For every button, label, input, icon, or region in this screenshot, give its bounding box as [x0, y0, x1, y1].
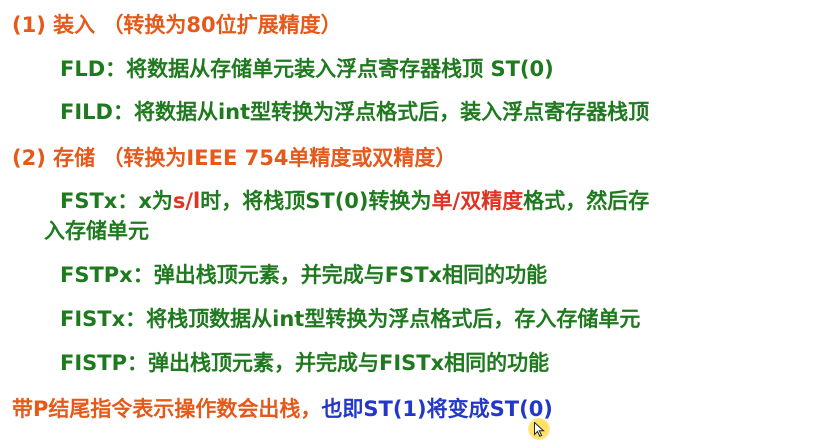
fstx-text-2: 时，将栈顶ST(0)转换为 — [200, 189, 432, 213]
fstx-text-1: FSTx：x为 — [60, 189, 173, 213]
fstx-text-3: 格式，然后存 — [523, 189, 650, 213]
pop-note: 带P结尾指令表示操作数会出栈，也即ST(1)将变成ST(0) — [12, 396, 553, 423]
pop-note-text: 带P结尾指令表示操作数会出栈， — [12, 397, 322, 421]
fstx-highlight-suffix: s/l — [172, 189, 201, 213]
slide: (1) 装入 （转换为80位扩展精度） FLD：将数据从存储单元装入浮点寄存器栈… — [0, 0, 817, 444]
mouse-pointer-icon — [528, 418, 550, 440]
fistp-description: FISTP：弹出栈顶元素，并完成与FISTx相同的功能 — [60, 351, 550, 375]
fstx-highlight-precision: 单/双精度 — [431, 189, 524, 213]
mouse-pointer-arrow-icon — [534, 422, 545, 437]
section1-heading: (1) 装入 — [12, 13, 96, 37]
fild-description: FILD：将数据从int型转换为浮点格式后，装入浮点寄存器栈顶 — [60, 100, 650, 124]
pop-note-emphasis: 也即ST(1)将变成ST(0) — [321, 397, 553, 421]
fstx-description: FSTx：x为s/l时，将栈顶ST(0)转换为单/双精度格式，然后存 — [60, 188, 649, 215]
fstpx-description: FSTPx：弹出栈顶元素，并完成与FSTx相同的功能 — [60, 263, 548, 287]
section2-heading-note: （转换为IEEE 754单精度或双精度） — [102, 146, 457, 170]
fistx-description: FISTx：将栈顶数据从int型转换为浮点格式后，存入存储单元 — [60, 307, 641, 331]
fld-description: FLD：将数据从存储单元装入浮点寄存器栈顶 ST(0) — [60, 57, 554, 81]
section2-heading-line: (2) 存储 （转换为IEEE 754单精度或双精度） — [12, 145, 456, 172]
section1-heading-note: （转换为80位扩展精度） — [102, 13, 342, 37]
section2-heading: (2) 存储 — [12, 146, 96, 170]
section1-heading-line: (1) 装入 （转换为80位扩展精度） — [12, 12, 342, 39]
fstx-description-continuation: 入存储单元 — [44, 219, 149, 243]
